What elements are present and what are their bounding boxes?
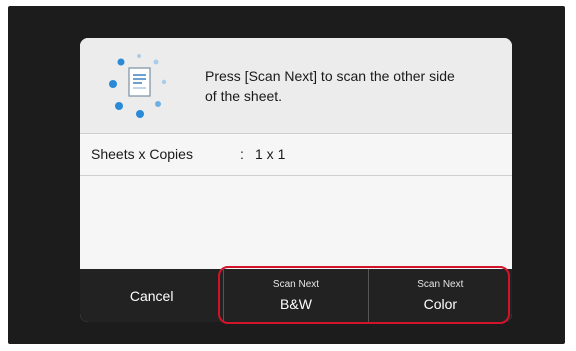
scan-next-bw-button[interactable]: Scan Next B&W (223, 269, 367, 322)
scan-next-bw-bottom-label: B&W (280, 296, 312, 312)
action-button-bar: Cancel Scan Next B&W Scan Next Color (80, 269, 512, 322)
scan-next-color-top-label: Scan Next (417, 279, 464, 290)
sheets-copies-row: Sheets x Copies : 1 x 1 (80, 134, 512, 176)
message-line-2: of the sheet. (205, 88, 283, 104)
instruction-message: Press [Scan Next] to scan the other side… (205, 66, 495, 106)
scan-next-color-bottom-label: Color (423, 296, 458, 312)
scan-next-bw-top-label: Scan Next (272, 279, 320, 290)
scan-document-icon (109, 54, 167, 118)
message-area: Press [Scan Next] to scan the other side… (80, 38, 512, 134)
sheets-copies-value: 1 x 1 (255, 146, 286, 162)
sheets-copies-separator: : (240, 146, 244, 162)
scan-dialog: Press [Scan Next] to scan the other side… (80, 38, 512, 322)
sheets-copies-label: Sheets x Copies (91, 146, 193, 162)
message-line-1: Press [Scan Next] to scan the other side (205, 68, 455, 84)
cancel-button-label: Cancel (129, 287, 174, 304)
cancel-button[interactable]: Cancel (80, 269, 223, 322)
scan-next-color-button[interactable]: Scan Next Color (367, 269, 512, 322)
